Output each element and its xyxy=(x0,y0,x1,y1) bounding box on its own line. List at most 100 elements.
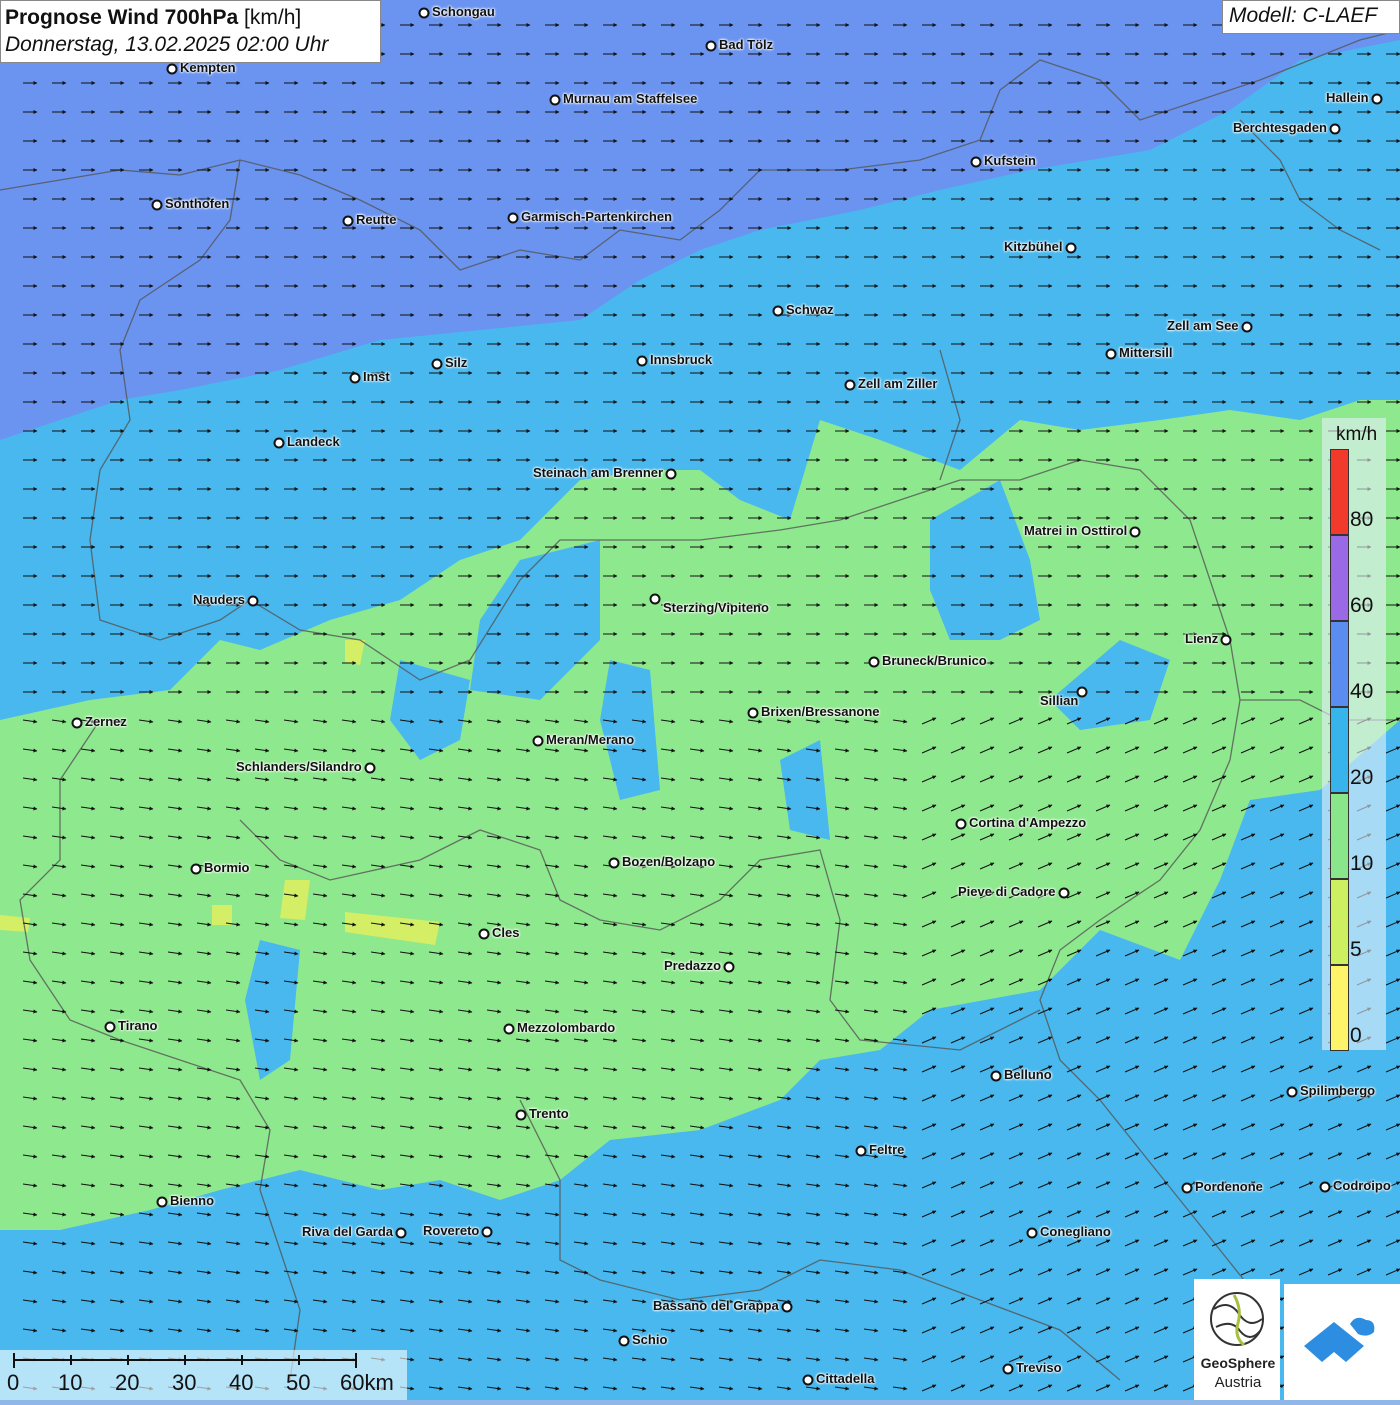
city-label: Schio xyxy=(632,1332,668,1347)
city-label: Berchtesgaden xyxy=(1233,120,1327,135)
logo-country: Austria xyxy=(1214,1374,1262,1391)
legend-swatch-5 xyxy=(1330,879,1349,965)
city-marker xyxy=(549,94,561,106)
city-marker xyxy=(990,1070,1002,1082)
scale-label-60km: 60km xyxy=(340,1370,394,1395)
city-label: Belluno xyxy=(1004,1067,1052,1082)
city-marker xyxy=(273,437,285,449)
city-label: Kitzbühel xyxy=(1004,239,1063,254)
wind-band-5-10 xyxy=(212,905,232,925)
legend-unit: km/h xyxy=(1336,424,1378,445)
geosphere-logo-icon xyxy=(1210,1292,1264,1347)
city-marker xyxy=(349,372,361,384)
city-label: Matrei in Osttirol xyxy=(1024,523,1128,538)
logo-name: GeoSphere xyxy=(1200,1355,1276,1371)
city-marker xyxy=(618,1335,630,1347)
scale-label-40: 40 xyxy=(229,1370,254,1395)
city-label: Reutte xyxy=(356,212,397,227)
forecast-datetime: Donnerstag, 13.02.2025 02:00 Uhr xyxy=(5,33,329,56)
model-label: Modell: C-LAEF xyxy=(1222,0,1400,34)
city-marker xyxy=(1286,1086,1298,1098)
title-box: Prognose Wind 700hPa [km/h] Donnerstag, … xyxy=(0,0,381,63)
city-marker xyxy=(71,717,83,729)
legend-swatch-10 xyxy=(1330,793,1349,879)
legend-swatch-60 xyxy=(1330,535,1349,621)
city-label: Trento xyxy=(529,1106,569,1121)
city-marker xyxy=(608,857,620,869)
city-marker xyxy=(970,156,982,168)
city-label: Bassano del Grappa xyxy=(653,1298,779,1313)
scale-label-0: 0 xyxy=(7,1370,20,1395)
city-marker xyxy=(1058,887,1070,899)
city-label: Imst xyxy=(363,369,390,384)
city-label: Zernez xyxy=(85,714,127,729)
city-label: Brixen/Bressanone xyxy=(761,704,880,719)
city-marker xyxy=(649,593,661,605)
city-marker xyxy=(478,928,490,940)
legend-tick-20: 20 xyxy=(1350,766,1374,789)
city-label: Conegliano xyxy=(1040,1224,1111,1239)
city-label: Pieve di Cadore xyxy=(958,884,1056,899)
city-label: Innsbruck xyxy=(650,352,713,367)
city-marker xyxy=(503,1023,515,1035)
city-marker xyxy=(855,1145,867,1157)
city-marker xyxy=(190,863,202,875)
city-marker xyxy=(431,358,443,370)
city-label: Meran/Merano xyxy=(546,732,635,747)
city-label: Steinach am Brenner xyxy=(533,465,664,480)
city-label: Schongau xyxy=(432,4,495,19)
scale-label-50: 50 xyxy=(286,1370,311,1395)
city-label: Predazzo xyxy=(664,958,722,973)
city-marker xyxy=(705,40,717,52)
city-marker xyxy=(1371,93,1383,105)
legend-tick-60: 60 xyxy=(1350,594,1374,617)
city-marker xyxy=(342,215,354,227)
city-marker xyxy=(636,355,648,367)
city-marker xyxy=(1329,123,1341,135)
city-marker xyxy=(1129,526,1141,538)
city-marker xyxy=(395,1227,407,1239)
city-label: Sillian xyxy=(1040,693,1079,708)
city-marker xyxy=(1002,1363,1014,1375)
city-label: Zell am See xyxy=(1167,318,1239,333)
city-marker xyxy=(1105,348,1117,360)
city-marker xyxy=(1065,242,1077,254)
city-marker xyxy=(802,1374,814,1386)
city-label: Bruneck/Brunico xyxy=(882,653,987,668)
city-marker xyxy=(364,762,376,774)
city-label: Bormio xyxy=(204,860,250,875)
city-label: Sonthofen xyxy=(165,196,230,211)
city-label: Rovereto xyxy=(423,1223,480,1238)
city-marker xyxy=(1026,1227,1038,1239)
city-label: Kempten xyxy=(180,60,236,75)
city-marker xyxy=(747,707,759,719)
app-logo[interactable] xyxy=(1284,1284,1400,1400)
legend-tick-0: 0 xyxy=(1350,1024,1362,1047)
city-label: Treviso xyxy=(1016,1360,1062,1375)
scale-label-10: 10 xyxy=(58,1370,83,1395)
city-label: Pordenone xyxy=(1195,1179,1263,1194)
legend-tick-10: 10 xyxy=(1350,852,1374,875)
city-label: Riva del Garda xyxy=(302,1224,394,1239)
city-marker xyxy=(515,1109,527,1121)
city-label: Garmisch-Partenkirchen xyxy=(521,209,673,224)
city-label: Hallein xyxy=(1326,90,1369,105)
city-marker xyxy=(868,656,880,668)
legend-tick-80: 80 xyxy=(1350,508,1374,531)
city-marker xyxy=(844,379,856,391)
city-marker xyxy=(507,212,519,224)
city-marker xyxy=(418,7,430,19)
scale-label-20: 20 xyxy=(115,1370,140,1395)
city-label: Kufstein xyxy=(984,153,1036,168)
legend-tick-40: 40 xyxy=(1350,680,1374,703)
city-label: Schwaz xyxy=(786,302,834,317)
city-label: Cles xyxy=(492,925,520,940)
city-marker xyxy=(104,1021,116,1033)
city-marker xyxy=(1319,1181,1331,1193)
city-label: Murnau am Staffelsee xyxy=(563,91,698,106)
scale-label-30: 30 xyxy=(172,1370,197,1395)
city-label: Spilimbergo xyxy=(1300,1083,1376,1098)
mountain-cloud-icon xyxy=(1304,1317,1375,1362)
city-marker xyxy=(1220,634,1232,646)
city-label: Tirano xyxy=(118,1018,158,1033)
